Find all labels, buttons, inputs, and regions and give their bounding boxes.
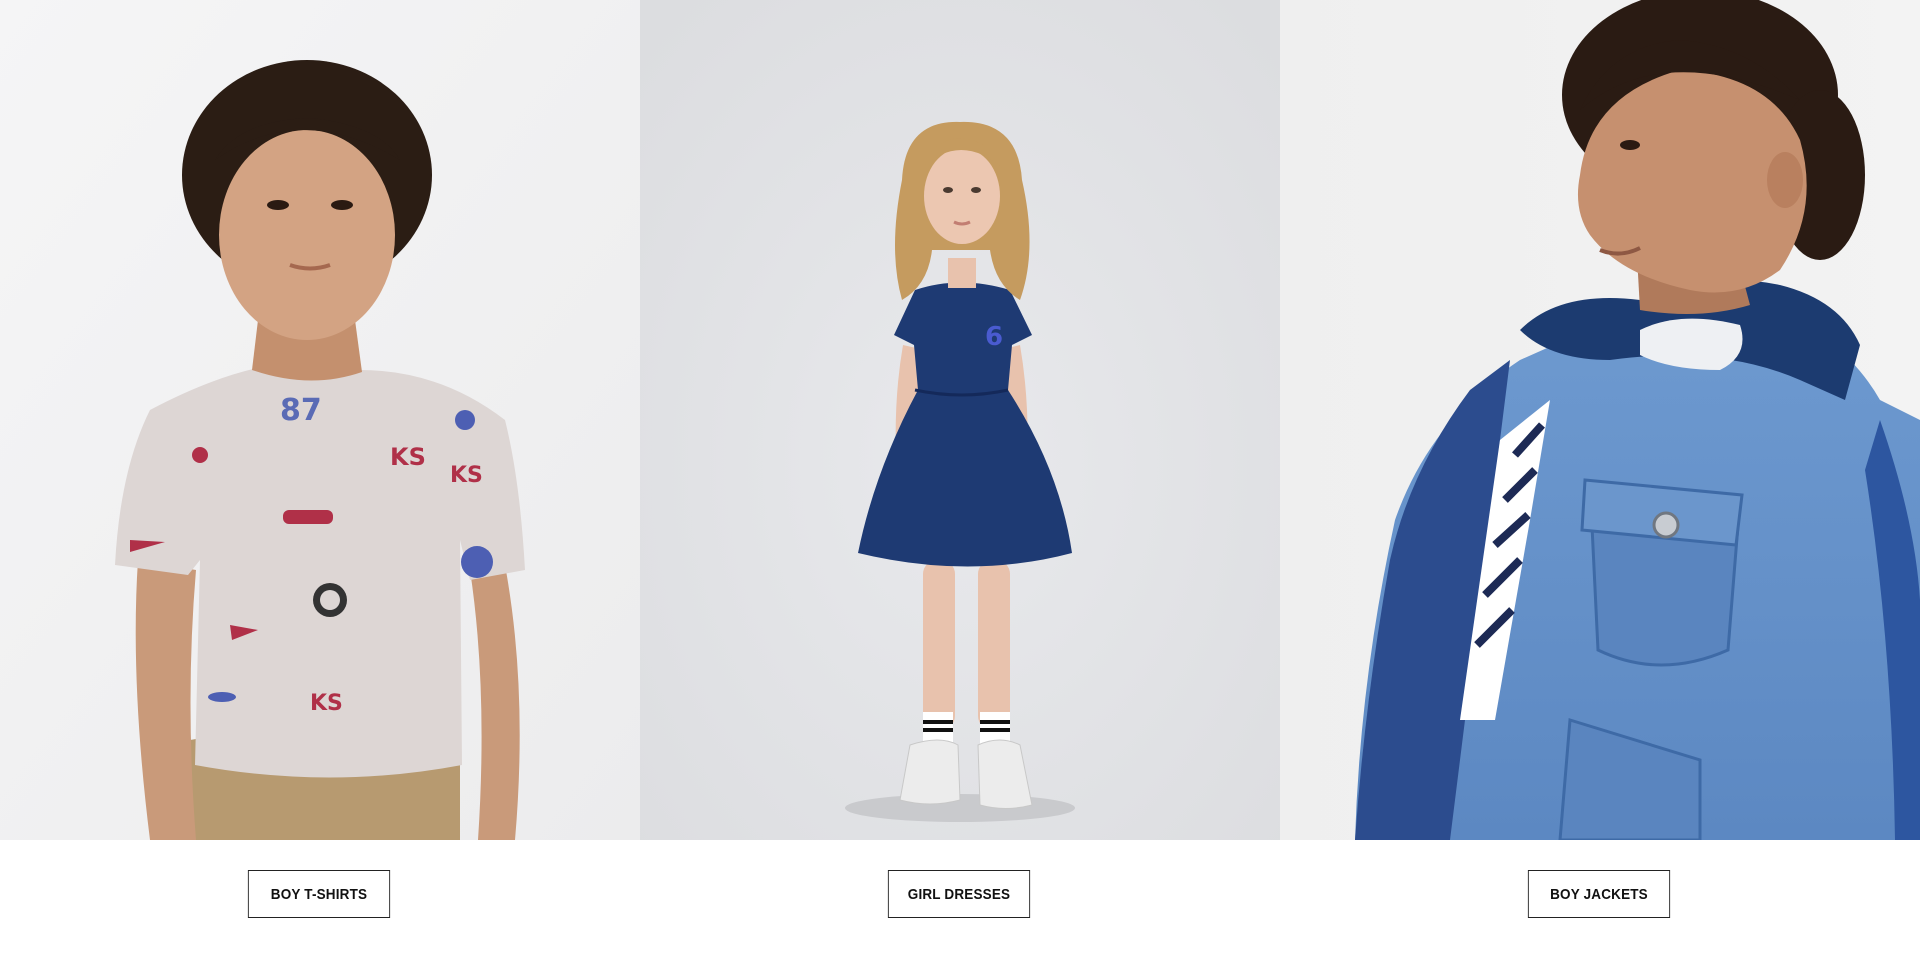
category-grid: 87 KS KS KS BOY T-SHIRTS 6 GIRL DRESSES … xyxy=(0,0,1920,978)
girl-dresses-button[interactable]: GIRL DRESSES xyxy=(887,870,1031,918)
girl-dresses-photo[interactable]: 6 xyxy=(640,0,1280,840)
boy-tshirts-button[interactable]: BOY T-SHIRTS xyxy=(247,870,391,918)
svg-text:87: 87 xyxy=(280,393,322,428)
category-tile-boy-jackets[interactable]: BOY JACKETS xyxy=(1280,0,1920,978)
boy-jackets-photo[interactable] xyxy=(1280,0,1920,840)
category-tile-girl-dresses[interactable]: 6 GIRL DRESSES xyxy=(640,0,1280,978)
boy-tshirts-photo[interactable]: 87 KS KS KS xyxy=(0,0,640,840)
category-tile-boy-tshirts[interactable]: 87 KS KS KS BOY T-SHIRTS xyxy=(0,0,640,978)
svg-text:KS: KS xyxy=(310,691,343,716)
boy-in-printed-tshirt-image: 87 KS KS KS xyxy=(0,0,640,840)
girl-in-denim-dress-image: 6 xyxy=(640,0,1280,840)
svg-text:KS: KS xyxy=(390,443,426,471)
boy-jackets-button[interactable]: BOY JACKETS xyxy=(1527,870,1671,918)
boy-in-denim-jacket-image xyxy=(1280,0,1920,840)
svg-text:KS: KS xyxy=(450,463,483,488)
svg-text:6: 6 xyxy=(985,322,1003,352)
